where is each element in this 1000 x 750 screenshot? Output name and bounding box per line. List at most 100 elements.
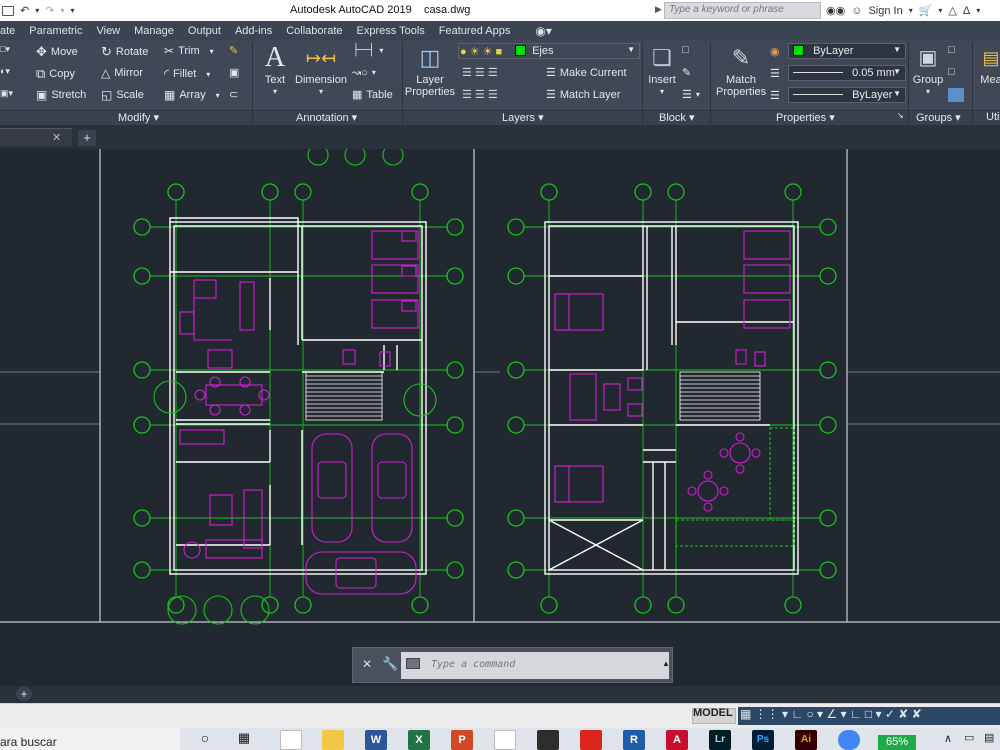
task-view-icon[interactable]: ▦ [233, 730, 255, 750]
app-icon-6[interactable] [537, 730, 559, 750]
linear-dim-icon[interactable]: ├─┤ ▾ [352, 44, 383, 56]
stretch-button[interactable]: ▣ Stretch [36, 88, 86, 102]
tab-express-tools[interactable]: Express Tools [350, 25, 432, 37]
new-tab-button[interactable]: + [78, 130, 96, 146]
photoshop-icon[interactable]: Ps [752, 730, 774, 750]
status-toggle-icons[interactable]: ▦ ⋮⋮ ▾ ∟ ○ ▾ ∠ ▾ ∟ □ ▾ ✓ ✘ ✘ [738, 707, 1000, 725]
dimension-dropdown-icon[interactable]: ▾ [294, 86, 348, 98]
layer-dropdown-arrow-icon[interactable]: ▼ [627, 45, 635, 54]
fillet-button[interactable]: ◜ Fillet ▾ [164, 66, 210, 82]
match-layer-button[interactable]: ☰ Match Layer [546, 88, 620, 102]
cortana-icon[interactable]: ○ [194, 730, 216, 750]
rotate-button[interactable]: ↻ Rotate [101, 44, 148, 60]
trim-button[interactable]: ✂ Trim ▾ [164, 44, 214, 58]
tab-featured-apps[interactable]: Featured Apps [432, 25, 518, 37]
scale-button[interactable]: ◱ Scale [101, 88, 144, 102]
customize-command-line-icon[interactable]: 🔧 [382, 656, 398, 672]
block-attributes-icon[interactable]: ☰ ▾ [682, 88, 700, 101]
layer-dropdown[interactable]: Ejes ▼ [458, 43, 640, 59]
layers-panel-title[interactable]: Layers ▾ [502, 111, 544, 124]
autocad-icon[interactable]: A [666, 730, 688, 750]
search-input[interactable]: Type a keyword or phrase [664, 2, 821, 19]
lineweight-dropdown-arrow-icon[interactable]: ▼ [893, 67, 901, 76]
illustrator-icon[interactable]: Ai [795, 730, 817, 750]
volume-icon[interactable]: ▤ [984, 731, 994, 744]
add-layout-button[interactable]: + [16, 687, 32, 701]
sign-in-dropdown-icon[interactable]: ▾ [909, 6, 913, 15]
create-block-icon[interactable]: □ [682, 44, 689, 56]
customize-qat-icon[interactable]: ▾ [70, 6, 74, 15]
command-prompt-icon[interactable] [406, 658, 420, 669]
edit-block-icon[interactable]: ✎ [682, 66, 691, 79]
fillet-dropdown-icon[interactable]: ▾ [206, 70, 210, 79]
undo-icon[interactable]: ↶ [20, 4, 29, 17]
user-icon[interactable]: ☺ [851, 5, 862, 17]
excel-icon[interactable]: X [408, 730, 430, 750]
layer-tool-icons-row2[interactable]: ☰ ☰ ☰ [462, 66, 498, 79]
trim-dropdown-icon[interactable]: ▾ [210, 47, 214, 56]
ungroup-icon[interactable]: □ [948, 44, 955, 56]
measure-button[interactable]: ▤ Mea [976, 42, 1000, 86]
left-edge-icons-3[interactable]: ▣▾ [0, 88, 13, 99]
lineweight-dropdown[interactable]: 0.05 mm ▼ [788, 65, 906, 81]
offset-icon[interactable]: ⊂ [229, 88, 238, 101]
color-wheel-icon[interactable]: ◉ [770, 45, 780, 58]
file-explorer-icon[interactable] [322, 730, 344, 750]
match-properties-button[interactable]: ✎ Match Properties [716, 42, 766, 98]
linetype-dropdown[interactable]: ByLayer ▼ [788, 87, 906, 103]
command-input[interactable]: Type a command [401, 652, 669, 679]
document-tab[interactable]: ✕ [0, 128, 72, 146]
color-dropdown-arrow-icon[interactable]: ▼ [893, 45, 901, 54]
cart-dropdown-icon[interactable]: ▾ [938, 6, 942, 15]
group-dropdown-icon[interactable]: ▾ [912, 86, 944, 98]
tab-view[interactable]: View [89, 25, 127, 37]
drawing-canvas[interactable] [0, 149, 1000, 686]
mirror-button[interactable]: △ Mirror [101, 66, 143, 80]
groups-panel-title[interactable]: Groups ▾ [916, 111, 961, 124]
insert-button[interactable]: ❏ Insert ▾ [646, 42, 678, 98]
sketchup-icon[interactable] [580, 730, 602, 750]
help-icon[interactable]: Δ [963, 5, 970, 17]
undo-dropdown-icon[interactable]: ▾ [35, 6, 39, 15]
tab-collaborate[interactable]: Collaborate [279, 25, 349, 37]
modify-panel-title[interactable]: Modify ▾ [118, 111, 159, 124]
left-edge-icons[interactable]: □▾ [0, 44, 10, 55]
tab-parametric[interactable]: Parametric [22, 25, 89, 37]
annotation-panel-title[interactable]: Annotation ▾ [296, 111, 357, 124]
ribbon-minimize-icon[interactable]: ◉▾ [517, 24, 552, 38]
properties-dialog-launcher-icon[interactable]: ↘ [897, 111, 904, 124]
network-icon[interactable]: ▭ [964, 731, 974, 744]
text-dropdown-icon[interactable]: ▾ [262, 86, 288, 98]
redo-icon[interactable]: ↷ [45, 4, 54, 17]
layer-tool-icons-row3[interactable]: ☰ ☰ ☰ [462, 88, 498, 101]
connect-icon[interactable]: △ [948, 4, 956, 17]
left-edge-icons-2[interactable]: ◐▾ [0, 66, 10, 77]
dimension-button[interactable]: ↦↤ Dimension ▾ [294, 42, 348, 98]
tab-output[interactable]: Output [181, 25, 228, 37]
redo-dropdown-icon[interactable]: ▾ [60, 6, 64, 15]
binoculars-icon[interactable]: ◉◉ [826, 4, 845, 17]
text-button[interactable]: A Text ▾ [262, 42, 288, 98]
powerpoint-icon[interactable]: P [451, 730, 473, 750]
group-select-icon[interactable] [948, 88, 964, 102]
erase-icon[interactable]: ✎ [229, 44, 238, 57]
properties-panel-title[interactable]: Properties ▾ [776, 111, 835, 124]
word-icon[interactable]: W [365, 730, 387, 750]
tray-chevron-icon[interactable]: ∧ [944, 732, 952, 745]
help-dropdown-icon[interactable]: ▾ [976, 6, 980, 15]
array-dropdown-icon[interactable]: ▾ [216, 91, 220, 100]
group-edit-icon[interactable]: □ [948, 66, 955, 78]
tab-add-ins[interactable]: Add-ins [228, 25, 279, 37]
print-icon[interactable] [2, 5, 14, 16]
app-icon-1[interactable] [280, 730, 302, 750]
battery-indicator[interactable]: 65% [878, 735, 916, 750]
explode-icon[interactable]: ▣ [229, 66, 239, 79]
group-button[interactable]: ▣ Group ▾ [912, 42, 944, 98]
tab-manage[interactable]: Manage [127, 25, 181, 37]
cart-icon[interactable]: 🛒 [919, 4, 933, 17]
lightroom-icon[interactable]: Lr [709, 730, 731, 750]
linetype-dropdown-arrow-icon[interactable]: ▼ [893, 89, 901, 98]
taskbar-search-box[interactable]: ara buscar [0, 728, 180, 750]
close-command-line-icon[interactable]: ✕ [362, 657, 372, 671]
copy-button[interactable]: ⧉ Copy [36, 66, 75, 82]
